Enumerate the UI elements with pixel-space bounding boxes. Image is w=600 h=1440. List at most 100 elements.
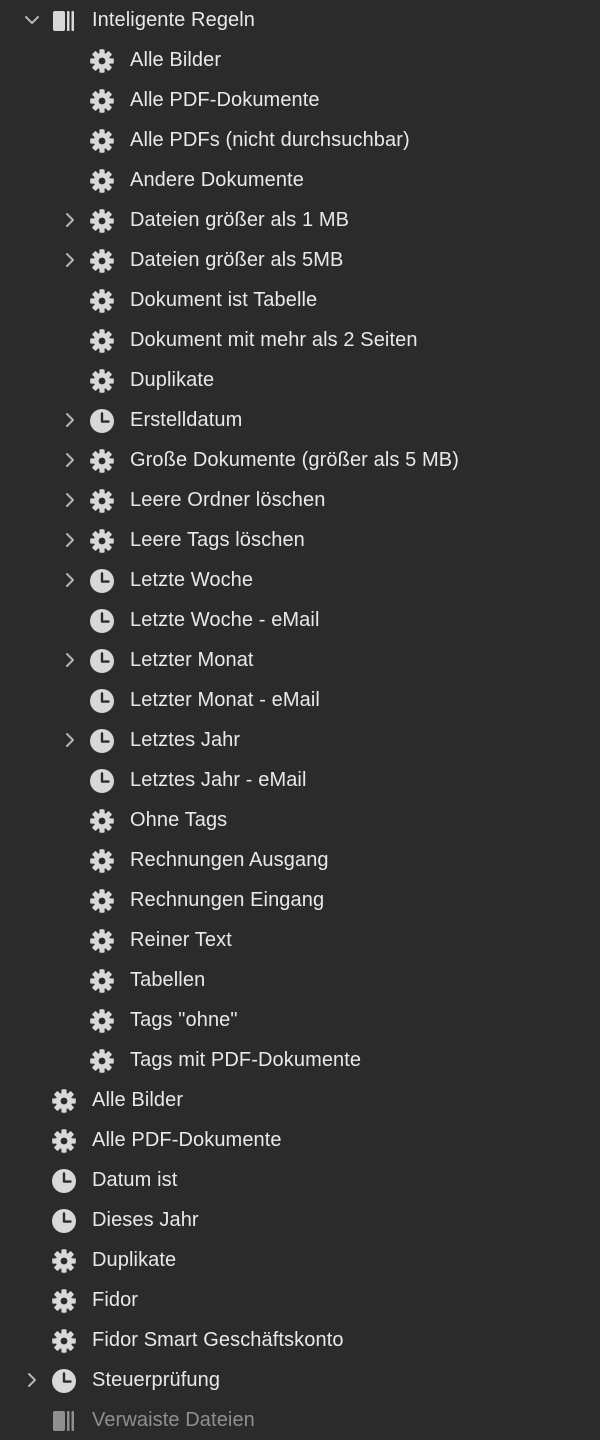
- item-label: Große Dokumente (größer als 5 MB): [130, 449, 459, 471]
- item-label: Andere Dokumente: [130, 169, 304, 191]
- gear-icon: [89, 928, 115, 954]
- sidebar-item[interactable]: Verwaiste Dateien: [0, 1400, 600, 1440]
- sidebar-item[interactable]: Dokument ist Tabelle: [0, 280, 600, 320]
- chevron-right-icon[interactable]: [22, 1370, 42, 1390]
- gear-icon: [89, 248, 115, 274]
- gear-icon: [89, 1008, 115, 1034]
- gear-icon: [89, 1048, 115, 1074]
- item-label: Dateien größer als 5MB: [130, 249, 344, 271]
- sidebar-item[interactable]: Tabellen: [0, 960, 600, 1000]
- sidebar-item[interactable]: Alle PDF-Dokumente: [0, 80, 600, 120]
- chevron-right-icon[interactable]: [60, 570, 80, 590]
- item-label: Duplikate: [92, 1249, 177, 1271]
- sidebar-item[interactable]: Alle PDFs (nicht durchsuchbar): [0, 120, 600, 160]
- sidebar-item[interactable]: Große Dokumente (größer als 5 MB): [0, 440, 600, 480]
- item-label: Alle Bilder: [130, 49, 222, 71]
- chevron-right-icon[interactable]: [60, 450, 80, 470]
- chevron-down-icon[interactable]: [22, 10, 42, 30]
- sidebar-item[interactable]: Letzte Woche: [0, 560, 600, 600]
- sidebar-item[interactable]: Letzter Monat - eMail: [0, 680, 600, 720]
- item-label: Steuerprüfung: [92, 1369, 221, 1391]
- gear-icon: [51, 1328, 77, 1354]
- chevron-right-icon[interactable]: [60, 730, 80, 750]
- gear-icon: [89, 848, 115, 874]
- sidebar-item[interactable]: Reiner Text: [0, 920, 600, 960]
- clock-icon: [89, 728, 115, 754]
- gear-icon: [89, 888, 115, 914]
- gear-icon: [89, 448, 115, 474]
- item-label: Letztes Jahr: [130, 729, 241, 751]
- item-label: Alle PDFs (nicht durchsuchbar): [130, 129, 410, 151]
- item-label: Reiner Text: [130, 929, 232, 951]
- item-label: Leere Ordner löschen: [130, 489, 326, 511]
- gear-icon: [89, 528, 115, 554]
- sidebar-item[interactable]: Steuerprüfung: [0, 1360, 600, 1400]
- sidebar-item[interactable]: Dieses Jahr: [0, 1200, 600, 1240]
- gear-icon: [51, 1288, 77, 1314]
- item-label: Alle PDF-Dokumente: [92, 1129, 282, 1151]
- gear-icon: [89, 88, 115, 114]
- sidebar-item[interactable]: Dateien größer als 1 MB: [0, 200, 600, 240]
- gear-icon: [89, 488, 115, 514]
- item-label: Verwaiste Dateien: [92, 1409, 255, 1431]
- gear-icon: [89, 168, 115, 194]
- item-label: Dokument mit mehr als 2 Seiten: [130, 329, 418, 351]
- sidebar-item[interactable]: Letzte Woche - eMail: [0, 600, 600, 640]
- item-label: Leere Tags löschen: [130, 529, 305, 551]
- sidebar-item[interactable]: Ohne Tags: [0, 800, 600, 840]
- sidebar-item[interactable]: Tags mit PDF-Dokumente: [0, 1040, 600, 1080]
- sidebar-item[interactable]: Letztes Jahr: [0, 720, 600, 760]
- sidebar-item[interactable]: Leere Tags löschen: [0, 520, 600, 560]
- item-label: Letztes Jahr - eMail: [130, 769, 307, 791]
- sidebar-item[interactable]: Fidor: [0, 1280, 600, 1320]
- sidebar-item[interactable]: Alle Bilder: [0, 1080, 600, 1120]
- item-label: Dieses Jahr: [92, 1209, 199, 1231]
- chevron-right-icon[interactable]: [60, 250, 80, 270]
- sidebar-item[interactable]: Rechnungen Ausgang: [0, 840, 600, 880]
- item-label: Ohne Tags: [130, 809, 228, 831]
- sidebar-item[interactable]: Letzter Monat: [0, 640, 600, 680]
- sidebar-item[interactable]: Erstelldatum: [0, 400, 600, 440]
- sidebar-item[interactable]: Letztes Jahr - eMail: [0, 760, 600, 800]
- sidebar-item[interactable]: Alle PDF-Dokumente: [0, 1120, 600, 1160]
- clock-icon: [51, 1208, 77, 1234]
- sidebar-item[interactable]: Dokument mit mehr als 2 Seiten: [0, 320, 600, 360]
- chevron-right-icon[interactable]: [60, 210, 80, 230]
- item-label: Tabellen: [130, 969, 206, 991]
- item-label: Erstelldatum: [130, 409, 243, 431]
- item-label: Letzter Monat - eMail: [130, 689, 320, 711]
- sidebar-item[interactable]: Alle Bilder: [0, 40, 600, 80]
- gear-icon: [51, 1248, 77, 1274]
- gear-icon: [89, 128, 115, 154]
- sidebar-item[interactable]: Dateien größer als 5MB: [0, 240, 600, 280]
- gear-icon: [51, 1128, 77, 1154]
- item-label: Inteligente Regeln: [92, 9, 256, 31]
- gear-icon: [89, 208, 115, 234]
- sidebar-item[interactable]: Datum ist: [0, 1160, 600, 1200]
- sidebar-item[interactable]: Leere Ordner löschen: [0, 480, 600, 520]
- item-label: Letzte Woche - eMail: [130, 609, 320, 631]
- gear-icon: [89, 328, 115, 354]
- chevron-right-icon[interactable]: [60, 490, 80, 510]
- sidebar-item[interactable]: Fidor Smart Geschäftskonto: [0, 1320, 600, 1360]
- sidebar-item[interactable]: Tags "ohne": [0, 1000, 600, 1040]
- sidebar-item[interactable]: Rechnungen Eingang: [0, 880, 600, 920]
- rules-folder-icon: [51, 1408, 77, 1434]
- item-label: Tags mit PDF-Dokumente: [130, 1049, 362, 1071]
- chevron-right-icon[interactable]: [60, 530, 80, 550]
- item-label: Letzter Monat: [130, 649, 254, 671]
- chevron-right-icon[interactable]: [60, 650, 80, 670]
- item-label: Dokument ist Tabelle: [130, 289, 318, 311]
- item-label: Dateien größer als 1 MB: [130, 209, 350, 231]
- clock-icon: [51, 1168, 77, 1194]
- item-label: Alle Bilder: [92, 1089, 184, 1111]
- chevron-right-icon[interactable]: [60, 410, 80, 430]
- sidebar-item[interactable]: Andere Dokumente: [0, 160, 600, 200]
- sidebar-group-row[interactable]: Inteligente Regeln: [0, 0, 600, 40]
- clock-icon: [89, 408, 115, 434]
- sidebar-item[interactable]: Duplikate: [0, 360, 600, 400]
- item-label: Rechnungen Ausgang: [130, 849, 329, 871]
- sidebar-item[interactable]: Duplikate: [0, 1240, 600, 1280]
- gear-icon: [51, 1088, 77, 1114]
- gear-icon: [89, 48, 115, 74]
